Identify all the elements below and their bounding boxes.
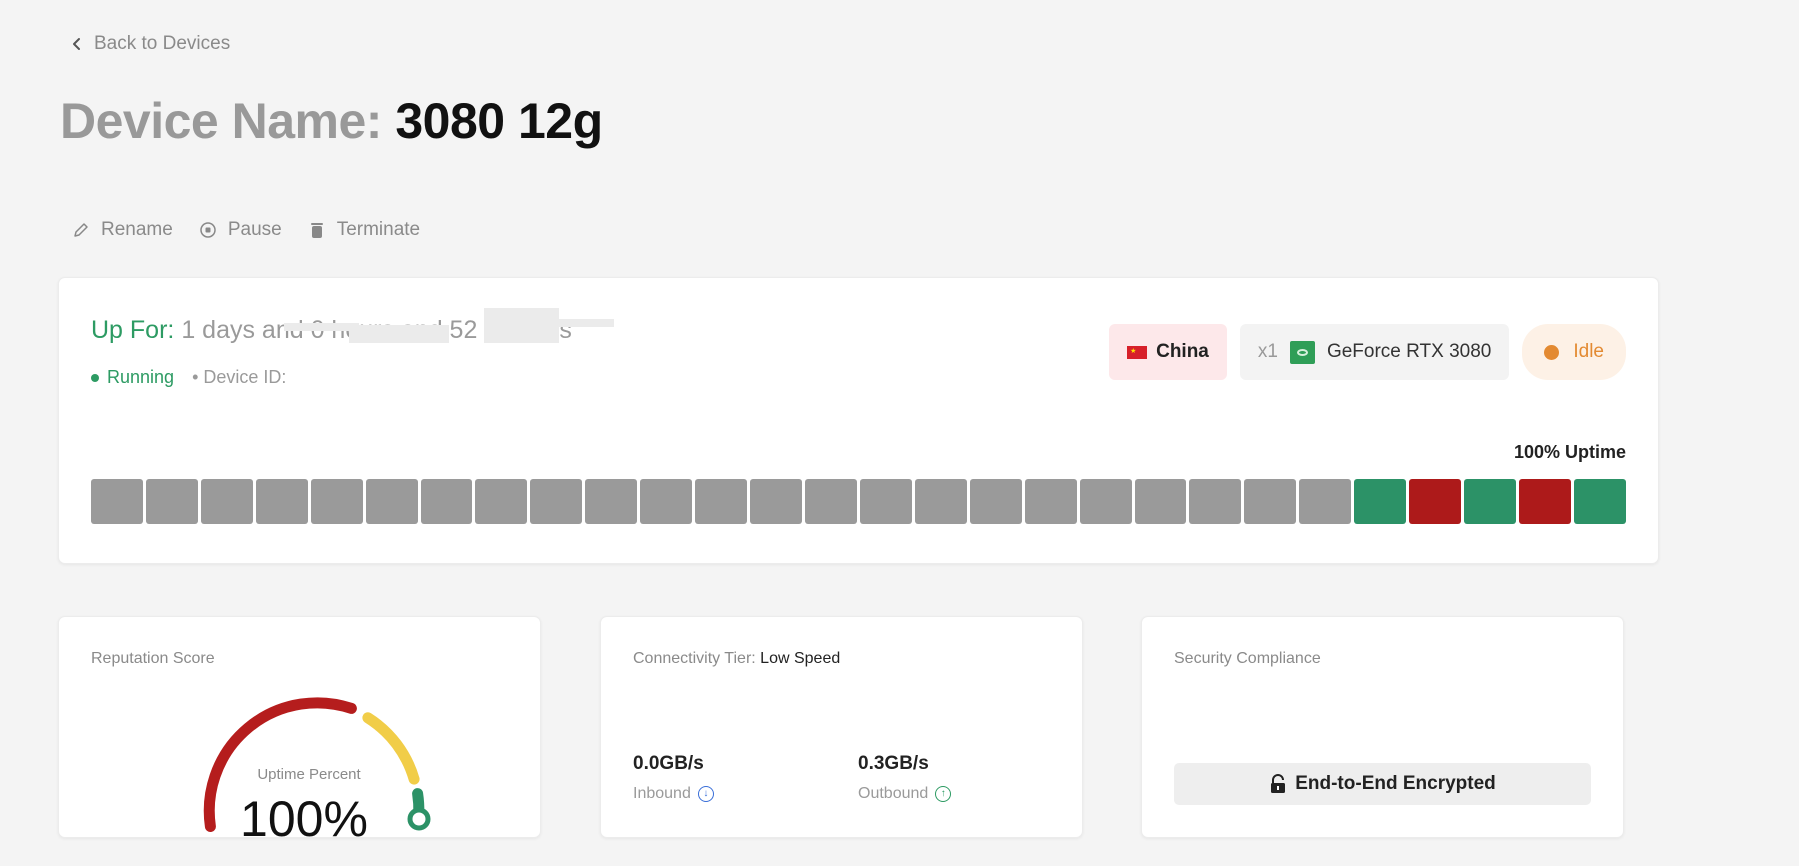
uptime-segment-none (1024, 479, 1077, 524)
gpu-name: GeForce RTX 3080 (1326, 341, 1492, 362)
inbound-label: Inbound (633, 785, 691, 802)
status-dot-icon (91, 373, 99, 382)
arrow-down-icon: ↓ (697, 786, 714, 802)
gauge-label: Uptime Percent (257, 766, 361, 783)
device-id-label: • Device ID: (192, 367, 287, 387)
uptime-segment-none (914, 479, 967, 524)
country-label: China (1156, 341, 1209, 362)
running-label: Running (107, 367, 175, 387)
device-meta: Running • Device ID: (91, 367, 286, 388)
uptime-segment-none (365, 479, 418, 524)
uptime-segment-none (804, 479, 857, 524)
rename-button[interactable]: Rename (72, 219, 173, 241)
uptime-segment-none (530, 479, 583, 524)
gpu-badge: x1 GeForce RTX 3080 (1239, 324, 1510, 380)
redacted-device-id (349, 325, 449, 343)
security-card: Security Compliance End-to-End Encrypted (1141, 616, 1624, 838)
page-title: Device Name: 3080 12g (60, 92, 603, 150)
outbound-label: Outbound (858, 785, 929, 802)
china-flag-icon (1127, 345, 1148, 359)
rename-label: Rename (101, 219, 173, 240)
redacted-device-id (284, 323, 359, 331)
uptime-segment-none (1299, 479, 1352, 524)
uptime-gauge: Uptime Percent 100% (184, 657, 434, 847)
terminate-button[interactable]: Terminate (308, 219, 420, 241)
reputation-card: Reputation Score Uptime Percent 100% (58, 616, 541, 847)
uptime-segment-up (1464, 479, 1516, 524)
uptime-segment-none (1134, 479, 1187, 524)
uptime-segment-none (1189, 479, 1242, 524)
idle-dot-icon (1544, 344, 1560, 360)
uptime-segment-down (1518, 479, 1571, 524)
uptime-segment-none (750, 479, 802, 524)
redacted-device-id (484, 308, 559, 343)
uptime-segment-none (640, 479, 693, 524)
uptime-segment-up (1573, 479, 1626, 524)
inbound-value: 0.0GB/s (633, 753, 704, 774)
gpu-count: x1 (1257, 341, 1278, 362)
chevron-left-icon (73, 38, 80, 50)
nvidia-icon (1289, 340, 1315, 364)
uptime-segment-none (1244, 479, 1297, 524)
connectivity-tier-label: Connectivity Tier: (633, 650, 756, 667)
lock-icon (1271, 774, 1286, 793)
uptime-segment-none (145, 479, 198, 524)
encryption-badge: End-to-End Encrypted (1174, 763, 1591, 805)
encryption-label: End-to-End Encrypted (1295, 773, 1496, 794)
device-badges: China x1 GeForce RTX 3080 Idle (1109, 324, 1626, 380)
pencil-icon (74, 223, 88, 237)
uptime-segment-none (255, 479, 308, 524)
gauge-value: 100% (240, 791, 368, 847)
device-status-card: Up For: 1 days and 0 hours and 52 minute… (58, 277, 1659, 564)
connectivity-tier-value: Low Speed (760, 650, 841, 667)
uptime-segment-none (969, 479, 1022, 524)
uptime-segment-none (859, 479, 912, 524)
uptime-history-bar (91, 479, 1626, 524)
uptime-segment-none (475, 479, 528, 524)
uptime-segment-none (91, 479, 143, 524)
uptime-segment-up (1354, 479, 1407, 524)
device-actions: Rename Pause Terminate (72, 219, 420, 241)
country-badge: China (1109, 324, 1227, 380)
pause-circle-icon (200, 222, 216, 238)
back-link-label: Back to Devices (94, 33, 231, 54)
terminate-label: Terminate (336, 219, 421, 240)
pause-label: Pause (227, 219, 282, 240)
security-title: Security Compliance (1174, 650, 1321, 667)
uptime-segment-none (310, 479, 363, 524)
inbound-speed: 0.0GB/s Inbound ↓ (633, 753, 714, 803)
uptime-segment-down (1409, 479, 1462, 524)
uptime-segment-none (585, 479, 638, 524)
connectivity-card: Connectivity Tier: Low Speed 0.0GB/s Inb… (600, 616, 1083, 838)
device-name-prefix: Device Name: (60, 93, 382, 149)
device-name: 3080 12g (395, 93, 603, 149)
running-status: Running (91, 367, 174, 388)
up-for-label: Up For: (91, 316, 175, 344)
pause-button[interactable]: Pause (199, 219, 282, 241)
uptime-segment-none (420, 479, 473, 524)
uptime-segment-none (1079, 479, 1132, 524)
redacted-device-id (554, 319, 614, 327)
uptime-segment-none (695, 479, 748, 524)
back-to-devices-link[interactable]: Back to Devices (70, 33, 230, 55)
outbound-speed: 0.3GB/s Outbound ↑ (858, 753, 952, 803)
uptime-segment-none (200, 479, 253, 524)
uptime-percentage: 100% Uptime (1513, 442, 1626, 462)
connectivity-title: Connectivity Tier: Low Speed (633, 650, 840, 668)
activity-label: Idle (1573, 341, 1604, 362)
arrow-up-icon: ↑ (935, 786, 952, 802)
trash-icon (310, 223, 323, 238)
outbound-value: 0.3GB/s (858, 753, 929, 774)
activity-status-badge: Idle (1522, 324, 1626, 380)
